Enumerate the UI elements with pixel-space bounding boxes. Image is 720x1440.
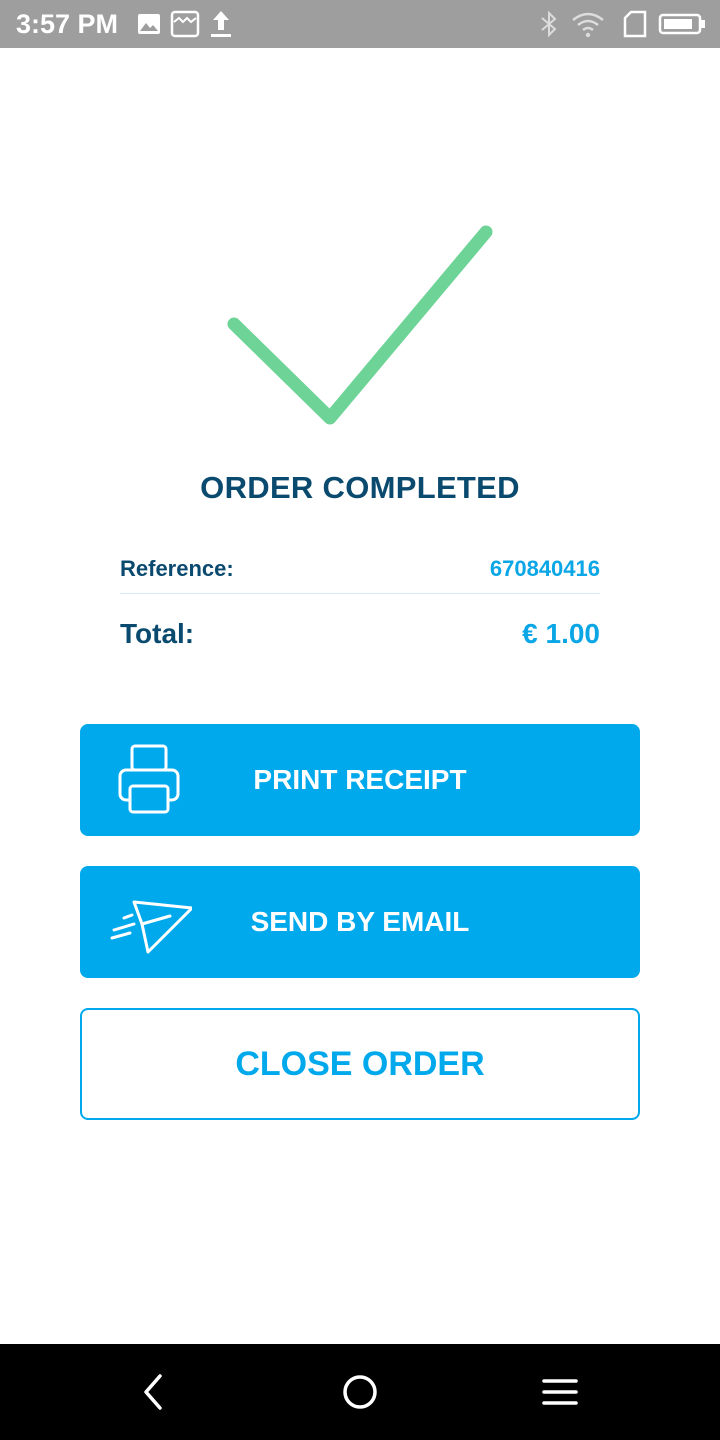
- order-completed-screen: 3:57 PM ORDER COMPLETED Reference: 67084…: [0, 0, 720, 1440]
- wifi-icon: [572, 12, 604, 38]
- status-bar: 3:57 PM: [0, 0, 720, 48]
- bluetooth-icon: [541, 10, 557, 38]
- navigation-bar: [0, 1344, 720, 1440]
- total-label: Total:: [120, 618, 195, 649]
- total-value: € 1.00: [522, 618, 600, 649]
- back-icon[interactable]: [128, 1368, 176, 1416]
- reference-row: Reference: 670840416: [120, 556, 600, 586]
- store-icon: [170, 10, 200, 38]
- sim-icon: [623, 10, 647, 38]
- send-by-email-label: SEND BY EMAIL: [250, 906, 470, 937]
- upload-icon: [211, 11, 231, 37]
- send-by-email-button[interactable]: SEND BY EMAIL: [80, 866, 640, 978]
- success-checkmark-icon: [227, 225, 493, 425]
- print-receipt-label: PRINT RECEIPT: [253, 764, 467, 795]
- print-receipt-button[interactable]: PRINT RECEIPT: [80, 724, 640, 836]
- divider: [120, 593, 600, 594]
- page-title: ORDER COMPLETED: [200, 470, 520, 505]
- battery-icon: [658, 13, 705, 35]
- reference-label: Reference:: [120, 556, 234, 581]
- home-icon[interactable]: [336, 1368, 384, 1416]
- total-row: Total: € 1.00: [120, 618, 600, 652]
- menu-icon[interactable]: [536, 1368, 584, 1416]
- reference-value: 670840416: [489, 556, 600, 581]
- close-order-label: CLOSE ORDER: [235, 1044, 485, 1083]
- status-time: 3:57 PM: [16, 9, 119, 39]
- image-icon: [138, 14, 160, 34]
- close-order-button[interactable]: CLOSE ORDER: [80, 1008, 640, 1120]
